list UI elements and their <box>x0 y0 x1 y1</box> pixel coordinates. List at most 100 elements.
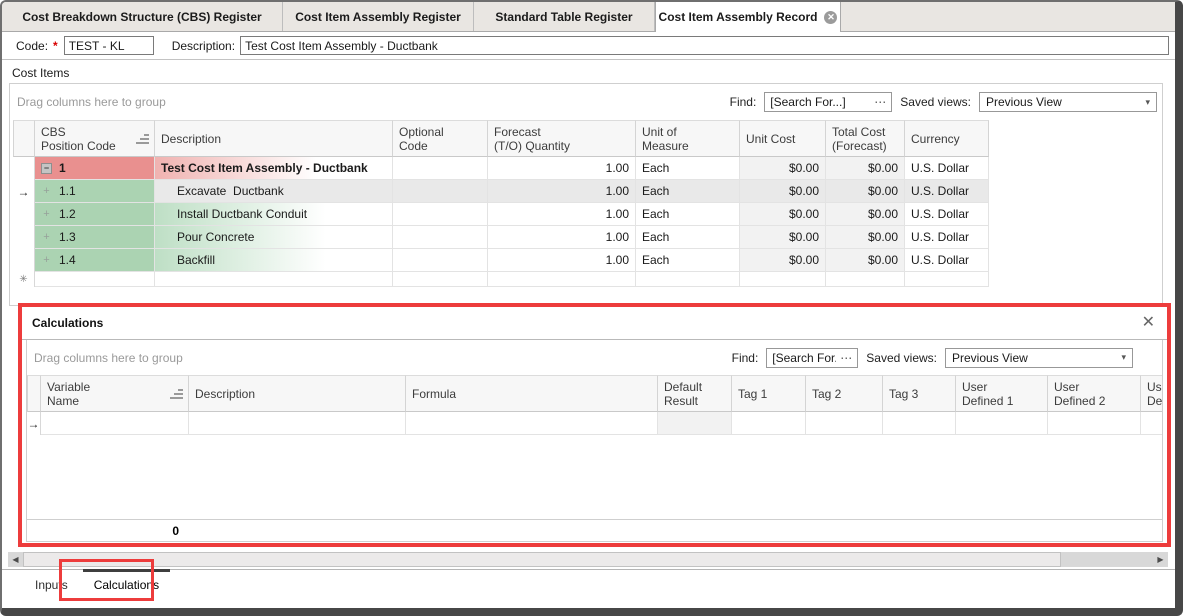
cell-total-cost[interactable]: $0.00 <box>826 157 905 180</box>
cell-forecast-quantity[interactable]: 1.00 <box>488 249 636 272</box>
table-row[interactable]: − 1 Test Cost Item Assembly - Ductbank 1… <box>13 157 1162 180</box>
collapse-icon[interactable]: − <box>41 163 52 174</box>
cell-cbs-position-code[interactable]: − 1 <box>35 157 155 180</box>
tab-cbs-register[interactable]: Cost Breakdown Structure (CBS) Register <box>2 2 283 31</box>
cell-total-cost[interactable]: $0.00 <box>826 226 905 249</box>
empty-row[interactable]: → <box>27 412 1163 435</box>
cell-currency[interactable]: U.S. Dollar <box>905 226 989 249</box>
cell-unit-cost[interactable]: $0.00 <box>740 226 826 249</box>
cell-currency[interactable]: U.S. Dollar <box>905 203 989 226</box>
cell-total-cost[interactable]: $0.00 <box>826 249 905 272</box>
column-header-variable-name[interactable]: Variable Name <box>41 375 189 412</box>
tab-close-icon[interactable]: ✕ <box>824 11 837 24</box>
cell-description[interactable]: Excavate Ductbank <box>155 180 393 203</box>
cell-unit-cost[interactable] <box>740 272 826 287</box>
tab-cost-item-assembly-register[interactable]: Cost Item Assembly Register <box>283 2 474 31</box>
column-header-cbs-position-code[interactable]: CBS Position Code <box>35 120 155 157</box>
cell-user-defined-3[interactable] <box>1141 412 1163 435</box>
column-header-optional-code[interactable]: Optional Code <box>393 120 488 157</box>
table-row[interactable]: + 1.2 Install Ductbank Conduit 1.00 Each… <box>13 203 1162 226</box>
find-input[interactable]: [Search For...] ⋯ <box>764 92 892 112</box>
column-header-unit-cost[interactable]: Unit Cost <box>740 120 826 157</box>
table-row[interactable]: + 1.4 Backfill 1.00 Each $0.00 $0.00 U.S… <box>13 249 1162 272</box>
scroll-left-icon[interactable]: ◀ <box>8 552 23 567</box>
cell-unit-of-measure[interactable]: Each <box>636 157 740 180</box>
close-panel-icon[interactable]: ✕ <box>1142 315 1155 331</box>
column-header-user-defined-3[interactable]: User Defined 3 <box>1141 375 1163 412</box>
cell-formula[interactable] <box>406 412 658 435</box>
column-header-tag-2[interactable]: Tag 2 <box>806 375 883 412</box>
cell-forecast-quantity[interactable]: 1.00 <box>488 203 636 226</box>
cell-cbs-position-code[interactable]: + 1.4 <box>35 249 155 272</box>
cell-forecast-quantity[interactable] <box>488 272 636 287</box>
cell-optional-code[interactable] <box>393 226 488 249</box>
cell-unit-cost[interactable]: $0.00 <box>740 180 826 203</box>
tab-cost-item-assembly-record[interactable]: Cost Item Assembly Record ✕ <box>655 2 841 32</box>
table-row[interactable]: + 1.3 Pour Concrete 1.00 Each $0.00 $0.0… <box>13 226 1162 249</box>
cell-description[interactable]: Backfill <box>155 249 393 272</box>
search-more-icon[interactable]: ⋯ <box>840 351 852 365</box>
find-input[interactable]: [Search For...] ⋯ <box>766 348 858 368</box>
tab-standard-table-register[interactable]: Standard Table Register <box>474 2 655 31</box>
column-header-user-defined-1[interactable]: User Defined 1 <box>956 375 1048 412</box>
saved-views-dropdown[interactable]: Previous View ▾ <box>945 348 1133 368</box>
cell-unit-of-measure[interactable] <box>636 272 740 287</box>
cell-unit-cost[interactable]: $0.00 <box>740 203 826 226</box>
expand-icon[interactable]: + <box>41 231 52 243</box>
cell-variable-name[interactable] <box>41 412 189 435</box>
cell-user-defined-2[interactable] <box>1048 412 1141 435</box>
cell-default-result[interactable] <box>658 412 732 435</box>
column-header-description[interactable]: Description <box>189 375 406 412</box>
cell-cbs-position-code[interactable]: + 1.1 <box>35 180 155 203</box>
cell-cbs-position-code[interactable] <box>35 272 155 287</box>
cell-tag-2[interactable] <box>806 412 883 435</box>
description-input[interactable] <box>240 36 1169 55</box>
group-by-bar[interactable]: Drag columns here to group Find: [Search… <box>27 340 1162 375</box>
cell-unit-cost[interactable]: $0.00 <box>740 249 826 272</box>
cell-currency[interactable]: U.S. Dollar <box>905 157 989 180</box>
cell-forecast-quantity[interactable]: 1.00 <box>488 226 636 249</box>
column-header-user-defined-2[interactable]: User Defined 2 <box>1048 375 1141 412</box>
cell-tag-1[interactable] <box>732 412 806 435</box>
cell-optional-code[interactable] <box>393 249 488 272</box>
cell-optional-code[interactable] <box>393 180 488 203</box>
column-header-tag-3[interactable]: Tag 3 <box>883 375 956 412</box>
code-input[interactable] <box>64 36 154 55</box>
cell-unit-cost[interactable]: $0.00 <box>740 157 826 180</box>
cell-total-cost[interactable] <box>826 272 905 287</box>
column-header-default-result[interactable]: Default Result <box>658 375 732 412</box>
cell-description[interactable]: Install Ductbank Conduit <box>155 203 393 226</box>
cell-forecast-quantity[interactable]: 1.00 <box>488 180 636 203</box>
expand-icon[interactable]: + <box>41 208 52 220</box>
cell-unit-of-measure[interactable]: Each <box>636 180 740 203</box>
cell-description[interactable]: Pour Concrete <box>155 226 393 249</box>
cell-optional-code[interactable] <box>393 272 488 287</box>
cell-tag-3[interactable] <box>883 412 956 435</box>
cell-unit-of-measure[interactable]: Each <box>636 249 740 272</box>
expand-icon[interactable]: + <box>41 185 52 197</box>
column-header-currency[interactable]: Currency <box>905 120 989 157</box>
cell-currency[interactable]: U.S. Dollar <box>905 180 989 203</box>
cell-cbs-position-code[interactable]: + 1.3 <box>35 226 155 249</box>
cell-unit-of-measure[interactable]: Each <box>636 226 740 249</box>
cell-currency[interactable]: U.S. Dollar <box>905 249 989 272</box>
column-header-unit-of-measure[interactable]: Unit of Measure <box>636 120 740 157</box>
column-header-tag-1[interactable]: Tag 1 <box>732 375 806 412</box>
cell-currency[interactable] <box>905 272 989 287</box>
cell-total-cost[interactable]: $0.00 <box>826 180 905 203</box>
column-header-formula[interactable]: Formula <box>406 375 658 412</box>
cell-optional-code[interactable] <box>393 203 488 226</box>
cell-cbs-position-code[interactable]: + 1.2 <box>35 203 155 226</box>
horizontal-scrollbar[interactable]: ◀ ▶ <box>8 552 1168 567</box>
column-header-total-cost[interactable]: Total Cost (Forecast) <box>826 120 905 157</box>
new-row[interactable]: ✳ <box>13 272 1162 287</box>
expand-icon[interactable]: + <box>41 254 52 266</box>
cell-description[interactable] <box>189 412 406 435</box>
group-by-bar[interactable]: Drag columns here to group Find: [Search… <box>10 84 1162 120</box>
column-header-forecast-quantity[interactable]: Forecast (T/O) Quantity <box>488 120 636 157</box>
table-row[interactable]: → + 1.1 Excavate Ductbank 1.00 Each $0.0… <box>13 180 1162 203</box>
cell-user-defined-1[interactable] <box>956 412 1048 435</box>
cell-description[interactable]: Test Cost Item Assembly - Ductbank <box>155 157 393 180</box>
saved-views-dropdown[interactable]: Previous View ▾ <box>979 92 1157 112</box>
column-header-description[interactable]: Description <box>155 120 393 157</box>
